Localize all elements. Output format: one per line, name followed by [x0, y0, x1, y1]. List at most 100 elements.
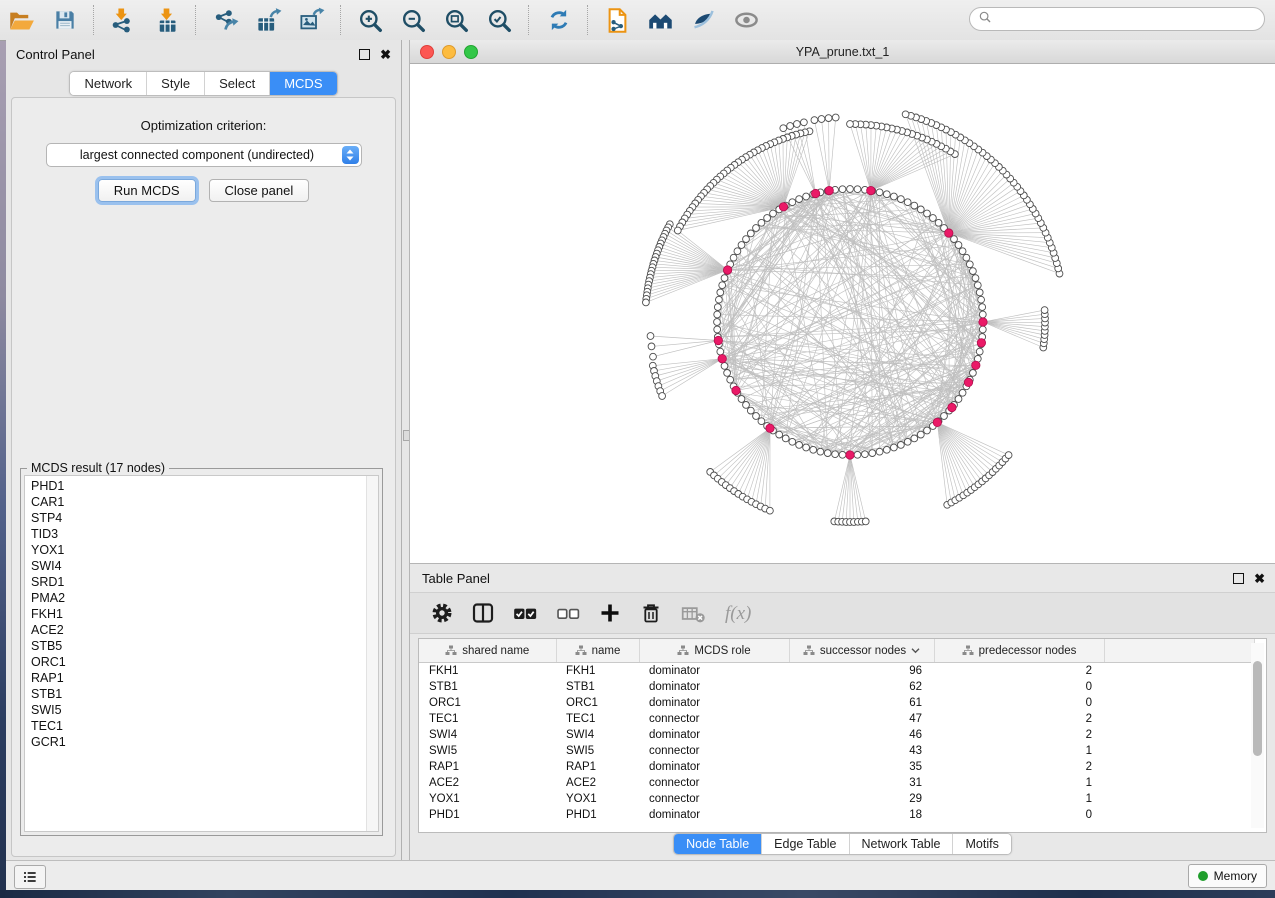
result-node-item[interactable]: SWI5 [31, 702, 364, 718]
table-row[interactable]: TEC1TEC1connector472 [419, 711, 1254, 727]
table-row[interactable]: SWI5SWI5connector431 [419, 743, 1254, 759]
result-node-item[interactable]: SRD1 [31, 574, 364, 590]
result-node-item[interactable]: TEC1 [31, 718, 364, 734]
table-scrollbar-thumb[interactable] [1253, 661, 1262, 756]
export-network-icon[interactable] [212, 7, 239, 34]
column-header-MCDS-role[interactable]: MCDS role [639, 639, 789, 663]
table-panel-header: Table Panel ✖ [410, 564, 1275, 592]
mcds-tab-content: Optimization criterion: largest connecte… [11, 97, 396, 857]
open-network-file-icon[interactable] [604, 7, 631, 34]
optimization-criterion-select[interactable]: largest connected component (undirected) [46, 143, 362, 167]
table-scrollbar[interactable] [1251, 643, 1264, 828]
memory-button[interactable]: Memory [1188, 864, 1267, 888]
tab-node-table[interactable]: Node Table [674, 834, 761, 854]
tab-select[interactable]: Select [204, 72, 269, 95]
zoom-in-icon[interactable] [357, 7, 384, 34]
main-toolbar [0, 0, 1275, 41]
show-details-icon[interactable] [733, 7, 760, 34]
zoom-selected-icon[interactable] [486, 7, 513, 34]
desktop-wallpaper-bottom [0, 890, 1275, 898]
control-panel-title: Control Panel [16, 47, 95, 62]
table-row[interactable]: ORC1ORC1dominator610 [419, 695, 1254, 711]
table-row[interactable]: RAP1RAP1dominator352 [419, 759, 1254, 775]
column-header-shared-name[interactable]: shared name [419, 639, 556, 663]
result-node-item[interactable]: SWI4 [31, 558, 364, 574]
float-panel-icon[interactable] [359, 49, 370, 60]
result-list-scrollbar[interactable] [366, 476, 378, 831]
close-panel-button[interactable]: Close panel [209, 179, 310, 202]
tab-mcds[interactable]: MCDS [269, 72, 336, 95]
task-list-icon [22, 869, 38, 885]
toolbar-separator [340, 5, 342, 35]
table-row[interactable]: STB1STB1dominator620 [419, 679, 1254, 695]
import-table-icon[interactable] [153, 7, 180, 34]
tab-network-table[interactable]: Network Table [849, 834, 953, 854]
network-view-window: YPA_prune.txt_1 [409, 40, 1275, 563]
result-node-item[interactable]: ORC1 [31, 654, 364, 670]
panel-divider[interactable] [402, 40, 409, 860]
control-panel-tabs: NetworkStyleSelectMCDS [69, 71, 337, 96]
control-panel-header: Control Panel ✖ [6, 40, 401, 68]
result-node-item[interactable]: STB1 [31, 686, 364, 702]
status-bar: Memory [6, 860, 1275, 890]
table-row[interactable]: PHD1PHD1dominator180 [419, 807, 1254, 823]
run-mcds-button[interactable]: Run MCDS [98, 179, 196, 202]
hide-details-icon[interactable] [690, 7, 717, 34]
task-history-button[interactable] [14, 865, 46, 889]
result-node-item[interactable]: FKH1 [31, 606, 364, 622]
save-session-icon[interactable] [51, 7, 78, 34]
select-stepper-icon [342, 146, 359, 164]
show-all-networks-icon[interactable] [647, 7, 674, 34]
network-canvas[interactable] [410, 64, 1275, 563]
column-header-predecessor-nodes[interactable]: predecessor nodes [934, 639, 1104, 663]
zoom-fit-icon[interactable] [443, 7, 470, 34]
result-node-item[interactable]: GCR1 [31, 734, 364, 750]
result-node-item[interactable]: PMA2 [31, 590, 364, 606]
refresh-icon[interactable] [545, 7, 572, 34]
search-input[interactable] [992, 9, 1264, 29]
column-header-name[interactable]: name [556, 639, 639, 663]
memory-status-icon [1198, 871, 1208, 881]
tab-edge-table[interactable]: Edge Table [761, 834, 848, 854]
result-node-item[interactable]: STB5 [31, 638, 364, 654]
result-node-item[interactable]: PHD1 [31, 478, 364, 494]
export-image-icon[interactable] [298, 7, 325, 34]
result-node-item[interactable]: RAP1 [31, 670, 364, 686]
result-node-item[interactable]: ACE2 [31, 622, 364, 638]
zoom-out-icon[interactable] [400, 7, 427, 34]
delete-table-icon[interactable] [680, 600, 706, 626]
settings-icon[interactable] [430, 601, 454, 625]
function-builder-icon[interactable]: f(x) [723, 600, 765, 626]
result-node-item[interactable]: STP4 [31, 510, 364, 526]
table-row[interactable]: ACE2ACE2connector311 [419, 775, 1254, 791]
delete-icon[interactable] [639, 601, 663, 625]
tab-style[interactable]: Style [146, 72, 204, 95]
search-box[interactable] [969, 7, 1265, 31]
import-network-icon[interactable] [110, 7, 137, 34]
select-all-icon[interactable] [512, 600, 538, 626]
table-row[interactable]: YOX1YOX1connector291 [419, 791, 1254, 807]
network-window-titlebar[interactable]: YPA_prune.txt_1 [410, 40, 1275, 64]
close-panel-icon[interactable]: ✖ [380, 48, 391, 61]
result-node-item[interactable]: CAR1 [31, 494, 364, 510]
float-table-panel-icon[interactable] [1233, 573, 1244, 584]
split-panel-icon[interactable] [471, 601, 495, 625]
open-session-icon[interactable] [8, 7, 35, 34]
export-table-icon[interactable] [255, 7, 282, 34]
table-row[interactable]: SWI4SWI4dominator462 [419, 727, 1254, 743]
result-node-item[interactable]: YOX1 [31, 542, 364, 558]
mcds-result-list[interactable]: PHD1CAR1STP4TID3YOX1SWI4SRD1PMA2FKH1ACE2… [24, 475, 379, 832]
table-row[interactable]: FKH1FKH1dominator962 [419, 663, 1254, 680]
tab-network[interactable]: Network [70, 72, 146, 95]
result-node-item[interactable]: TID3 [31, 526, 364, 542]
deselect-all-icon[interactable] [555, 600, 581, 626]
toolbar-separator [528, 5, 530, 35]
tab-motifs[interactable]: Motifs [952, 834, 1010, 854]
optimization-criterion-label: Optimization criterion: [12, 118, 395, 133]
add-icon[interactable] [598, 601, 622, 625]
control-panel: Control Panel ✖ NetworkStyleSelectMCDS O… [6, 40, 402, 860]
column-header-successor-nodes[interactable]: successor nodes [789, 639, 934, 663]
search-icon [978, 10, 992, 29]
node-table-container: shared namenameMCDS rolesuccessor nodesp… [418, 638, 1267, 833]
close-table-panel-icon[interactable]: ✖ [1254, 572, 1265, 585]
